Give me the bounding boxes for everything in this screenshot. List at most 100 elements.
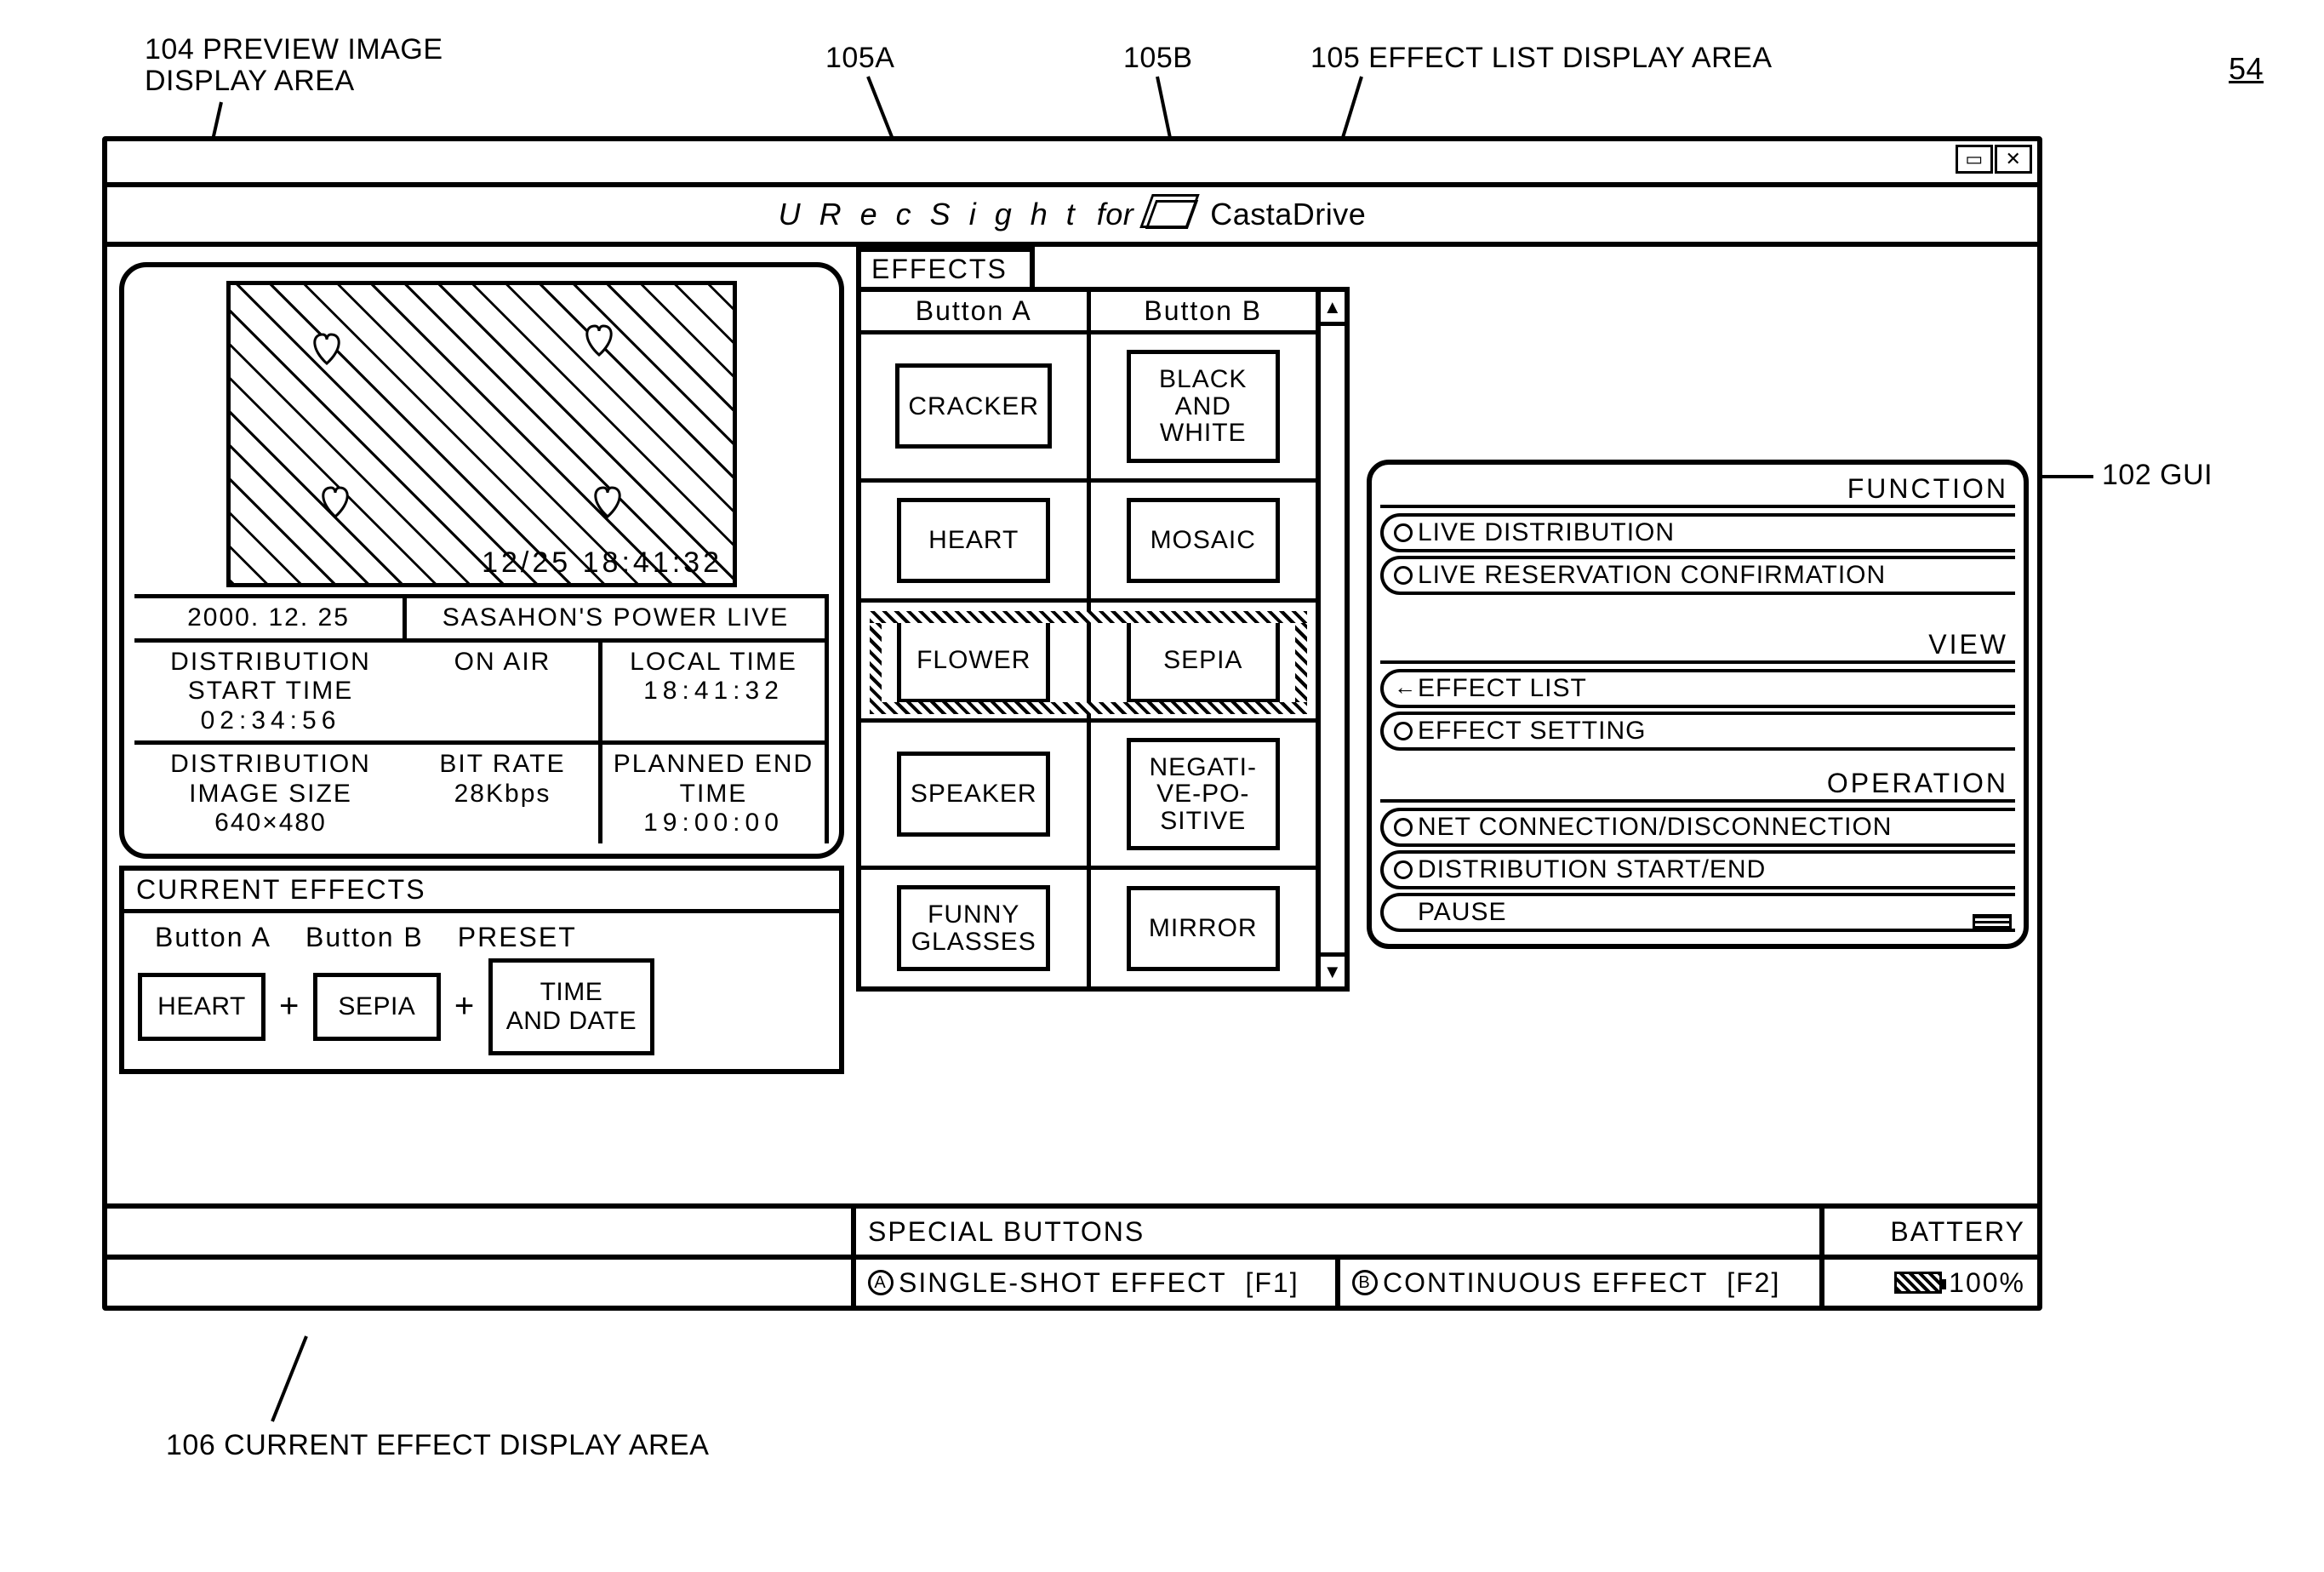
callout-104: 104 PREVIEW IMAGE DISPLAY AREA xyxy=(145,34,443,98)
callout-106: 106 CURRENT EFFECT DISPLAY AREA xyxy=(166,1430,709,1461)
dist-start-cell: DISTRIBUTION START TIME 02:34:56 xyxy=(134,643,407,746)
figure-number: 54 xyxy=(2229,51,2264,87)
effect-button-b[interactable]: MIRROR xyxy=(1127,886,1280,971)
heart-icon xyxy=(307,328,346,367)
ce-col-b: Button B xyxy=(305,922,424,953)
pill-effect-setting[interactable]: EFFECT SETTING xyxy=(1380,712,2015,751)
current-effects-panel: CURRENT EFFECTS Button A Button B PRESET… xyxy=(119,866,844,1074)
bottom-left-blank2 xyxy=(107,1260,856,1306)
effect-button-b[interactable]: SEPIA xyxy=(1127,618,1280,703)
callout-105: 105 EFFECT LIST DISPLAY AREA xyxy=(1310,43,1773,74)
effects-row: FUNNY GLASSES MIRROR xyxy=(861,870,1316,986)
effect-button-a[interactable]: CRACKER xyxy=(895,363,1052,449)
img-size-cell: DISTRIBUTION IMAGE SIZE 640×480 xyxy=(134,745,407,843)
grip-icon xyxy=(1973,911,2012,937)
effect-button-b[interactable]: NEGATI- VE-PO- SITIVE xyxy=(1127,738,1280,851)
effects-head-b: Button B xyxy=(1091,292,1316,334)
effects-cell-a: HEART xyxy=(861,483,1091,603)
pill-net[interactable]: NET CONNECTION/DISCONNECTION xyxy=(1380,808,2015,847)
section-view: VIEW xyxy=(1380,629,2015,664)
bit-rate-cell: BIT RATE 28Kbps xyxy=(407,745,602,843)
effects-row: FLOWER SEPIA xyxy=(861,603,1316,723)
ce-chip-a[interactable]: HEART xyxy=(138,973,266,1041)
heart-icon xyxy=(580,319,619,358)
effect-button-a[interactable]: HEART xyxy=(897,498,1050,583)
brand-name: CastaDrive xyxy=(1210,197,1366,232)
continuous-key: [F2] xyxy=(1727,1267,1780,1299)
effects-table: Button A Button B CRACKER BLACK AND WHITE… xyxy=(856,287,1321,992)
effects-cell-a: SPEAKER xyxy=(861,723,1091,871)
single-shot-label: SINGLE-SHOT EFFECT xyxy=(899,1267,1227,1299)
a-circle-icon: A xyxy=(868,1270,894,1295)
ce-chip-preset[interactable]: TIME AND DATE xyxy=(488,958,654,1055)
battery-icon xyxy=(1894,1272,1942,1294)
preview-image: 12/25 18:41:32 xyxy=(226,281,737,587)
effects-title: EFFECTS xyxy=(856,247,1035,287)
effects-cell-a: FUNNY GLASSES xyxy=(861,870,1091,986)
effects-row: SPEAKER NEGATI- VE-PO- SITIVE xyxy=(861,723,1316,871)
effects-cell-b: MOSAIC xyxy=(1091,483,1316,603)
pill-effect-list[interactable]: EFFECT LIST xyxy=(1380,669,2015,708)
preview-date: 2000. 12. 25 xyxy=(134,598,407,643)
scroll-up-icon[interactable]: ▲ xyxy=(1321,292,1345,326)
pill-pause[interactable]: PAUSE xyxy=(1380,893,2015,932)
effect-button-a[interactable]: FLOWER xyxy=(897,618,1050,703)
preview-title: SASAHON'S POWER LIVE xyxy=(407,598,829,643)
scroll-track[interactable] xyxy=(1321,326,1345,952)
function-panel: FUNCTION LIVE DISTRIBUTION LIVE RESERVAT… xyxy=(1367,460,2029,949)
ce-chip-b[interactable]: SEPIA xyxy=(313,973,441,1041)
section-function: FUNCTION xyxy=(1380,473,2015,508)
effect-button-b[interactable]: BLACK AND WHITE xyxy=(1127,350,1280,463)
info-grid: 2000. 12. 25 SASAHON'S POWER LIVE DISTRI… xyxy=(134,594,829,843)
bottom-left-blank xyxy=(107,1209,856,1255)
plus-icon: + xyxy=(279,987,300,1026)
effect-button-a[interactable]: FUNNY GLASSES xyxy=(897,885,1050,971)
local-time-label: LOCAL TIME xyxy=(611,648,816,677)
effects-head-a: Button A xyxy=(861,292,1091,334)
plus-icon: + xyxy=(454,987,475,1026)
header-bar: U R e c S i g h t for CastaDrive xyxy=(107,187,2037,247)
heart-icon xyxy=(316,481,355,520)
bit-rate-value: 28Kbps xyxy=(415,780,590,809)
header-for: for xyxy=(1097,197,1134,232)
effects-column: EFFECTS Button A Button B CRACKER BLACK A… xyxy=(856,247,1350,1203)
pill-live-res[interactable]: LIVE RESERVATION CONFIRMATION xyxy=(1380,556,2015,595)
single-shot-key: [F1] xyxy=(1245,1267,1299,1299)
callout-105b: 105B xyxy=(1123,43,1192,74)
effects-cell-b: BLACK AND WHITE xyxy=(1091,334,1316,483)
pill-dist-se[interactable]: DISTRIBUTION START/END xyxy=(1380,850,2015,889)
bit-rate-label: BIT RATE xyxy=(415,750,590,780)
local-time-value: 18:41:32 xyxy=(611,677,816,706)
effects-cell-b: SEPIA xyxy=(1091,603,1316,723)
left-column: 12/25 18:41:32 2000. 12. 25 SASAHON'S PO… xyxy=(107,247,856,1203)
continuous-label: CONTINUOUS EFFECT xyxy=(1383,1267,1708,1299)
continuous-button[interactable]: B CONTINUOUS EFFECT [F2] xyxy=(1340,1260,1824,1306)
callout-105a: 105A xyxy=(825,43,894,74)
maximize-icon[interactable]: ▭ xyxy=(1956,145,1993,174)
planned-end-label: PLANNED END TIME xyxy=(611,750,816,809)
heart-icon xyxy=(588,481,627,520)
current-effects-title: CURRENT EFFECTS xyxy=(124,871,839,913)
planned-end-value: 19:00:00 xyxy=(611,809,816,838)
effects-cell-b: NEGATI- VE-PO- SITIVE xyxy=(1091,723,1316,871)
titlebar: ▭ ✕ xyxy=(107,141,2037,187)
effects-row: HEART MOSAIC xyxy=(861,483,1316,603)
callout-102: 102 GUI xyxy=(2102,460,2213,491)
hatch-pattern xyxy=(231,285,733,583)
close-icon[interactable]: ✕ xyxy=(1995,145,2032,174)
effect-button-a[interactable]: SPEAKER xyxy=(897,752,1050,837)
preview-panel: 12/25 18:41:32 2000. 12. 25 SASAHON'S PO… xyxy=(119,262,844,859)
pill-live-dist[interactable]: LIVE DISTRIBUTION xyxy=(1380,513,2015,552)
dist-start-value: 02:34:56 xyxy=(143,706,398,736)
battery-label: BATTERY xyxy=(1824,1209,2037,1255)
scroll-down-icon[interactable]: ▼ xyxy=(1321,952,1345,986)
effects-scrollbar[interactable]: ▲ ▼ xyxy=(1321,287,1350,992)
ce-col-a: Button A xyxy=(155,922,271,953)
effect-button-b[interactable]: MOSAIC xyxy=(1127,498,1280,583)
overlay-timestamp: 12/25 18:41:32 xyxy=(482,546,722,580)
img-size-value: 640×480 xyxy=(143,809,398,838)
effects-cell-a: CRACKER xyxy=(861,334,1091,483)
battery-pct: 100% xyxy=(1949,1267,2025,1299)
img-size-label: DISTRIBUTION IMAGE SIZE xyxy=(143,750,398,809)
single-shot-button[interactable]: A SINGLE-SHOT EFFECT [F1] xyxy=(856,1260,1340,1306)
